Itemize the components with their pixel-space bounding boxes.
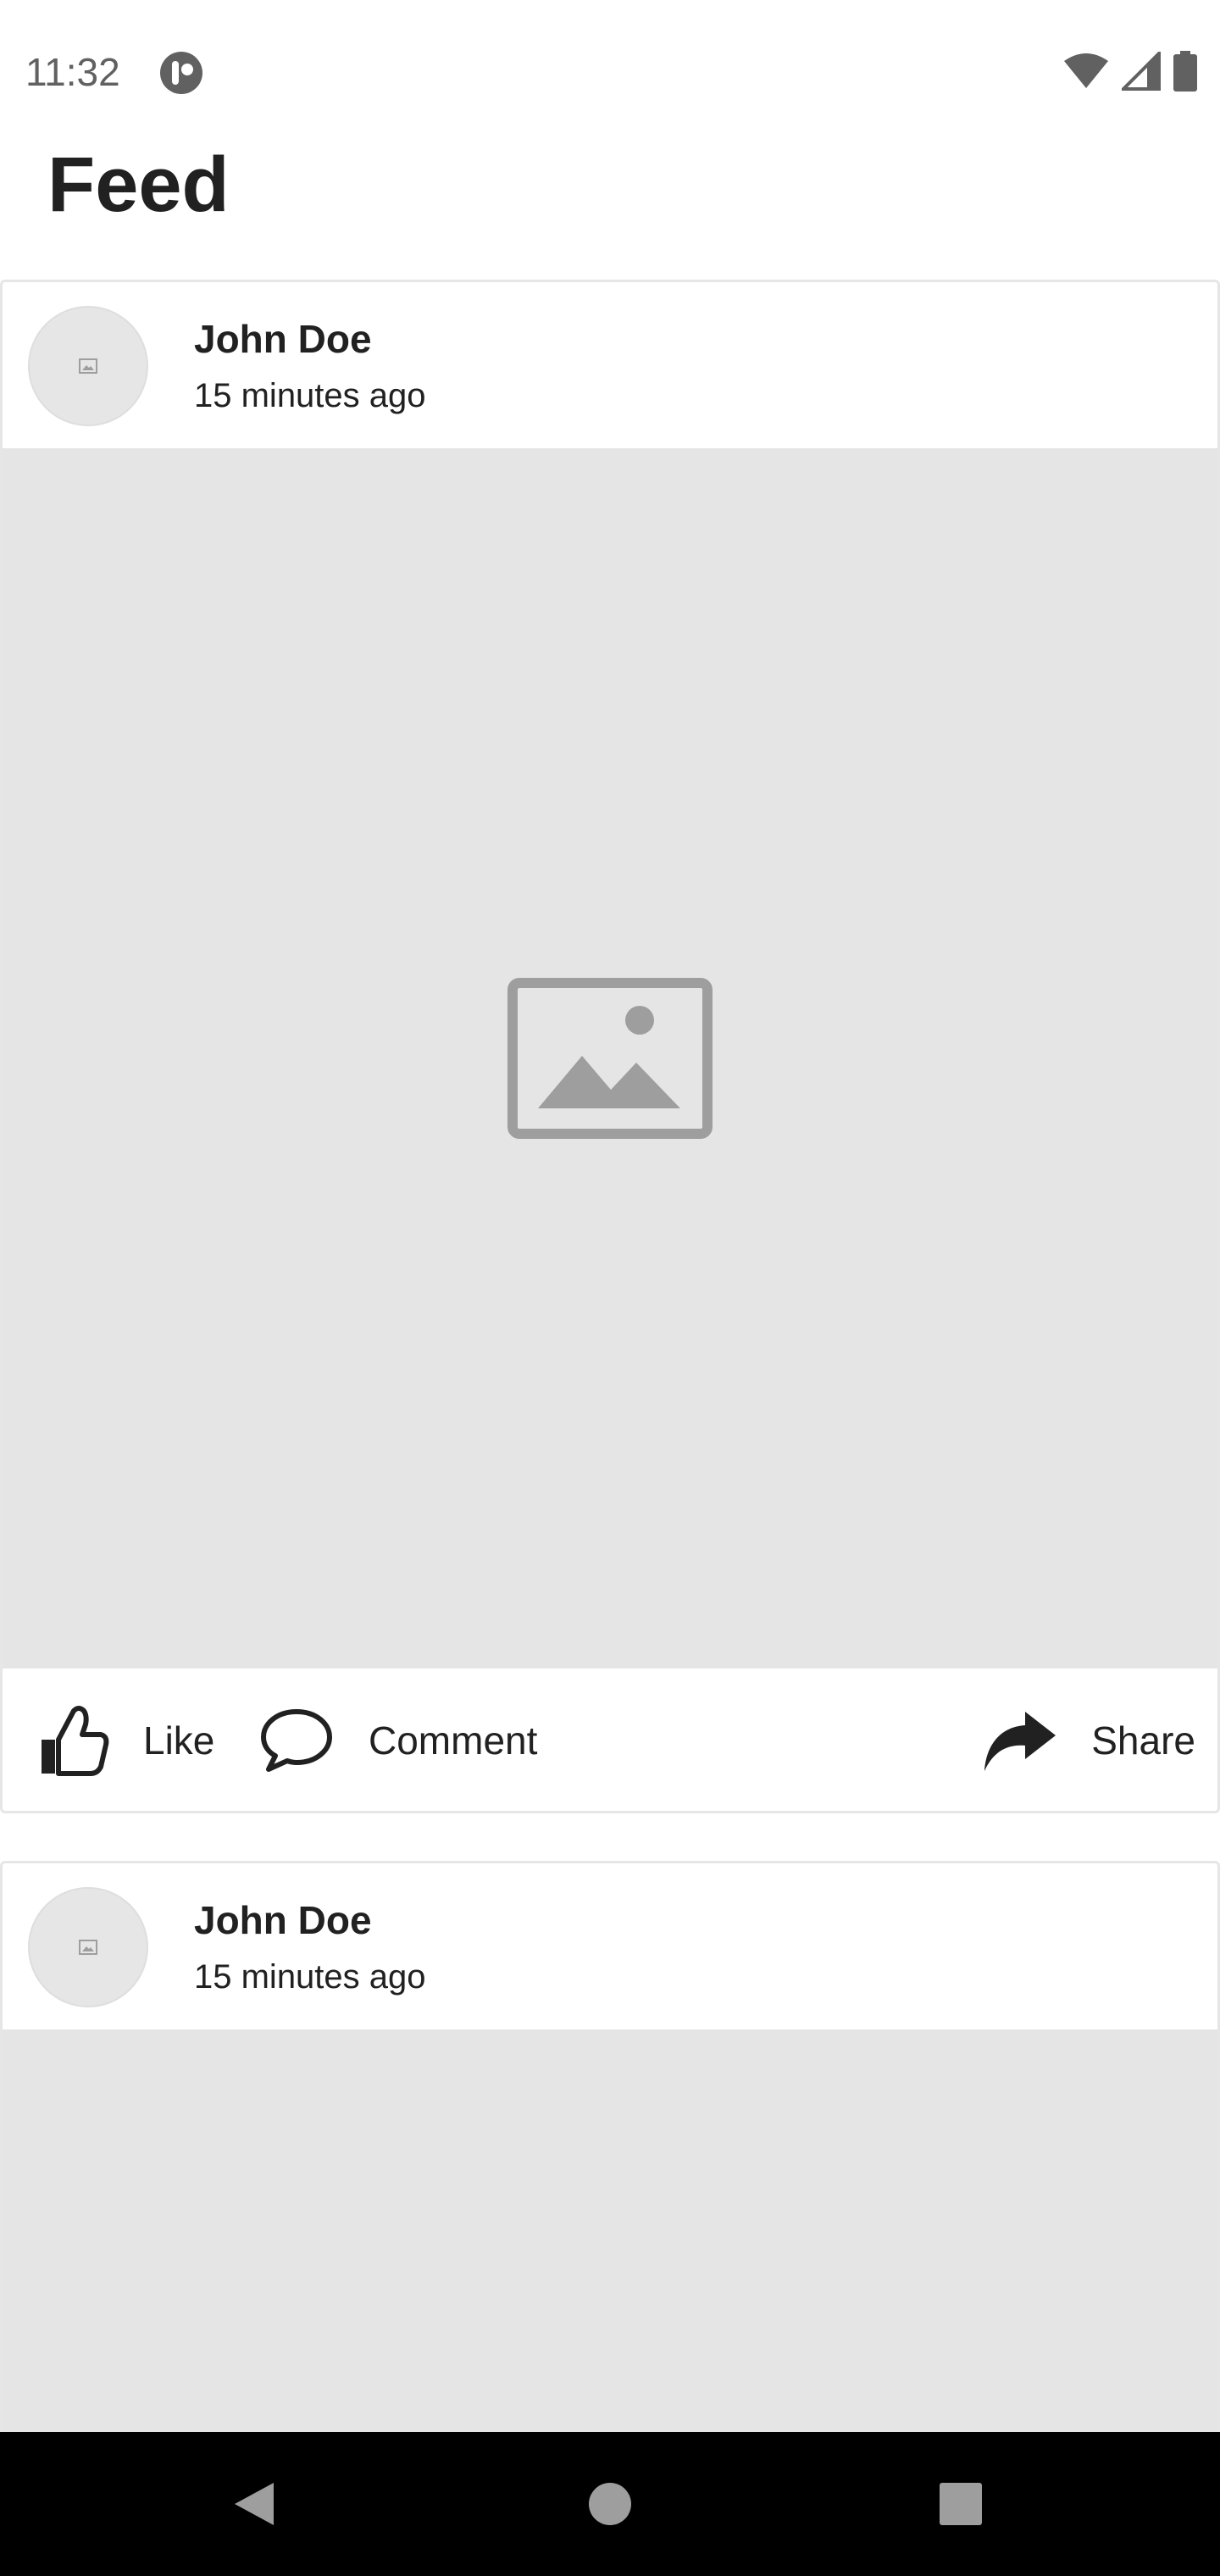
post-author[interactable]: John Doe xyxy=(194,316,372,362)
post-author[interactable]: John Doe xyxy=(194,1897,372,1943)
system-nav-bar xyxy=(0,2432,1220,2576)
cell-signal-icon xyxy=(1119,49,1161,95)
status-icons xyxy=(1062,49,1198,96)
post-header: John Doe 15 minutes ago xyxy=(3,1863,1217,2029)
thumbs-up-icon xyxy=(42,1706,109,1776)
comment-label: Comment xyxy=(369,1718,538,1763)
comment-bubble-icon xyxy=(261,1709,332,1772)
home-button[interactable] xyxy=(559,2432,661,2576)
post-card: John Doe 15 minutes ago Like Comment Sha… xyxy=(0,280,1220,1813)
comment-button[interactable]: Comment xyxy=(258,1668,538,1811)
post-timestamp: 15 minutes ago xyxy=(194,1958,426,1996)
image-placeholder-icon xyxy=(79,358,97,374)
app-notification-icon xyxy=(159,51,203,95)
post-card: John Doe 15 minutes ago xyxy=(0,1861,1220,2454)
image-placeholder-icon xyxy=(507,978,713,1139)
post-timestamp: 15 minutes ago xyxy=(194,377,426,414)
home-icon xyxy=(589,2483,631,2525)
back-button[interactable] xyxy=(203,2432,305,2576)
post-image[interactable] xyxy=(3,2029,1217,2451)
recents-button[interactable] xyxy=(910,2432,1012,2576)
page-title: Feed xyxy=(47,142,230,228)
post-header: John Doe 15 minutes ago xyxy=(3,282,1217,448)
screen: 11:32 Feed John Doe 15 minutes ago Like … xyxy=(0,0,1220,2576)
avatar[interactable] xyxy=(28,306,148,426)
post-action-bar: Like Comment Share xyxy=(3,1668,1217,1811)
avatar[interactable] xyxy=(28,1887,148,2007)
like-label: Like xyxy=(143,1718,215,1763)
status-time: 11:32 xyxy=(25,50,120,94)
image-placeholder-icon xyxy=(79,1940,97,1955)
share-label: Share xyxy=(1091,1718,1195,1763)
post-image[interactable] xyxy=(3,448,1217,1668)
back-icon xyxy=(235,2483,274,2525)
recents-icon xyxy=(940,2483,982,2525)
share-button[interactable]: Share xyxy=(981,1668,1195,1811)
wifi-icon xyxy=(1062,53,1110,94)
battery-icon xyxy=(1173,51,1198,96)
status-bar: 11:32 xyxy=(0,0,1220,144)
share-arrow-icon xyxy=(984,1712,1056,1771)
like-button[interactable]: Like xyxy=(36,1668,215,1811)
